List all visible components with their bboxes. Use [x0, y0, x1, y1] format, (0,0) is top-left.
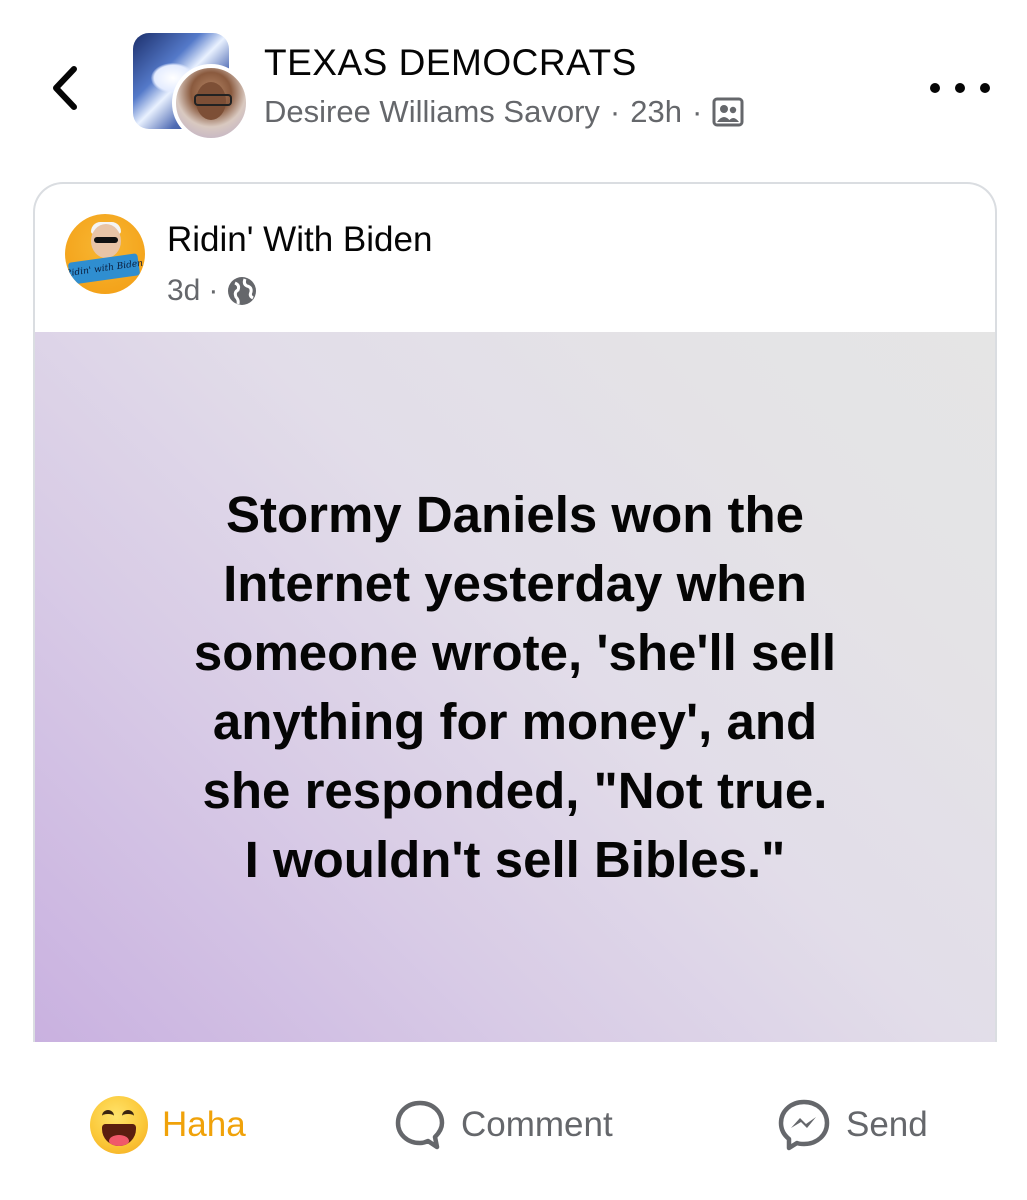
messenger-icon: [778, 1099, 830, 1151]
post-time[interactable]: 23h: [630, 94, 682, 130]
author-avatar[interactable]: [172, 64, 250, 142]
author-glasses: [194, 94, 232, 106]
group-name[interactable]: TEXAS DEMOCRATS: [264, 42, 637, 84]
reaction-label: Haha: [162, 1105, 246, 1144]
post-text: Stormy Daniels won the Internet yesterda…: [193, 486, 837, 888]
action-bar: Haha Comment Send: [0, 1080, 1027, 1170]
more-options-icon: [930, 83, 990, 93]
post-header: TEXAS DEMOCRATS Desiree Williams Savory …: [0, 0, 1027, 170]
send-button[interactable]: Send: [776, 1080, 928, 1170]
meta-separator: ·: [609, 94, 621, 129]
group-members-icon: [712, 97, 744, 127]
meta-separator-2: ·: [691, 94, 703, 129]
comment-bubble-icon: [395, 1100, 445, 1150]
author-name[interactable]: Desiree Williams Savory: [264, 94, 600, 130]
globe-icon: [228, 277, 257, 305]
shared-post-meta: 3d ·: [167, 274, 258, 308]
shared-meta-separator: ·: [208, 274, 219, 307]
page-name[interactable]: Ridin' With Biden: [167, 220, 432, 260]
more-options-button[interactable]: [930, 70, 990, 106]
comment-label: Comment: [461, 1105, 613, 1144]
shared-post-time[interactable]: 3d: [167, 274, 200, 308]
post-background[interactable]: Stormy Daniels won the Internet yesterda…: [35, 332, 995, 1042]
shared-post-card[interactable]: Ridin' with Biden Ridin' With Biden 3d ·…: [33, 182, 997, 1042]
back-button[interactable]: [40, 60, 90, 116]
post-meta: Desiree Williams Savory · 23h ·: [264, 94, 744, 130]
send-label: Send: [846, 1105, 928, 1144]
avatar-logo-text: Ridin' with Biden: [65, 253, 144, 285]
page-avatar[interactable]: Ridin' with Biden: [65, 214, 145, 294]
comment-button[interactable]: Comment: [393, 1080, 613, 1170]
chevron-left-icon: [53, 66, 77, 110]
haha-reaction-button[interactable]: Haha: [90, 1080, 246, 1170]
avatar-sunglasses: [94, 237, 118, 243]
haha-emoji-icon: [90, 1096, 148, 1154]
